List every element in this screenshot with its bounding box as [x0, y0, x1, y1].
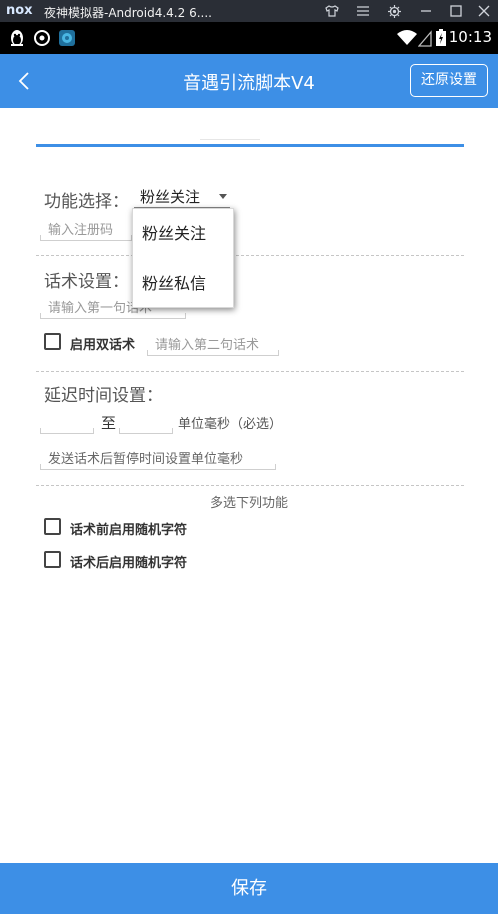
function-select-spinner[interactable]: 粉丝关注 [134, 186, 230, 208]
close-icon[interactable] [470, 0, 498, 22]
delay-from-input[interactable] [40, 408, 94, 434]
status-bar: 10:13 [0, 22, 498, 54]
caret-down-icon [219, 194, 227, 199]
dropdown-option-follow[interactable]: 粉丝关注 [133, 209, 233, 259]
random-before-checkbox[interactable] [44, 518, 61, 535]
emulator-title-bar: nox 夜神模拟器-Android4.4.2 6.... [0, 0, 498, 22]
function-select-label: 功能选择： [44, 192, 129, 212]
nox-logo: nox [6, 3, 33, 18]
random-after-checkbox[interactable] [44, 551, 61, 568]
round-app-icon [58, 29, 76, 47]
multi-select-caption: 多选下列功能 [209, 496, 288, 511]
signal-icon [417, 29, 432, 47]
second-script-input[interactable]: 请输入第二句话术 [147, 330, 279, 356]
status-time: 10:13 [448, 28, 492, 46]
delay-settings-label: 延迟时间设置： [44, 386, 163, 406]
function-dropdown-menu: 粉丝关注 粉丝私信 [132, 208, 234, 308]
pause-time-input[interactable]: 发送话术后暂停时间设置单位毫秒 [40, 444, 276, 470]
back-arrow-icon[interactable] [12, 66, 40, 96]
maximize-icon[interactable] [442, 0, 470, 22]
function-selected-value: 粉丝关注 [140, 188, 201, 206]
progress-track [200, 139, 260, 140]
reg-code-input[interactable]: 输入注册码 [40, 215, 132, 241]
accent-progress-bar [36, 144, 464, 147]
delay-to-input[interactable] [119, 408, 173, 434]
script-settings-label: 话术设置： [44, 272, 129, 292]
qq-penguin-icon [8, 29, 26, 47]
gear-icon[interactable] [380, 0, 408, 22]
emulator-title: 夜神模拟器-Android4.4.2 6.... [44, 6, 212, 20]
dropdown-option-dm[interactable]: 粉丝私信 [133, 259, 233, 309]
delay-unit-label: 单位毫秒（必选） [178, 417, 283, 432]
app-header: 音遇引流脚本V4 还原设置 [0, 54, 498, 108]
minimize-icon[interactable] [412, 0, 440, 22]
dual-script-label: 启用双话术 [70, 338, 136, 353]
section-divider [36, 255, 464, 256]
random-before-label: 话术前启用随机字符 [70, 523, 188, 538]
menu-icon[interactable] [349, 0, 377, 22]
section-divider [36, 485, 464, 486]
section-divider [36, 371, 464, 372]
wifi-icon [396, 29, 418, 47]
save-button[interactable]: 保存 [0, 863, 498, 914]
random-after-label: 话术后启用随机字符 [70, 556, 188, 571]
battery-icon [435, 29, 447, 47]
dual-script-checkbox[interactable] [44, 333, 61, 350]
reset-settings-button[interactable]: 还原设置 [410, 64, 488, 97]
circle-app-icon [33, 29, 51, 47]
shirt-icon[interactable] [318, 0, 346, 22]
delay-to-label: 至 [101, 414, 117, 432]
